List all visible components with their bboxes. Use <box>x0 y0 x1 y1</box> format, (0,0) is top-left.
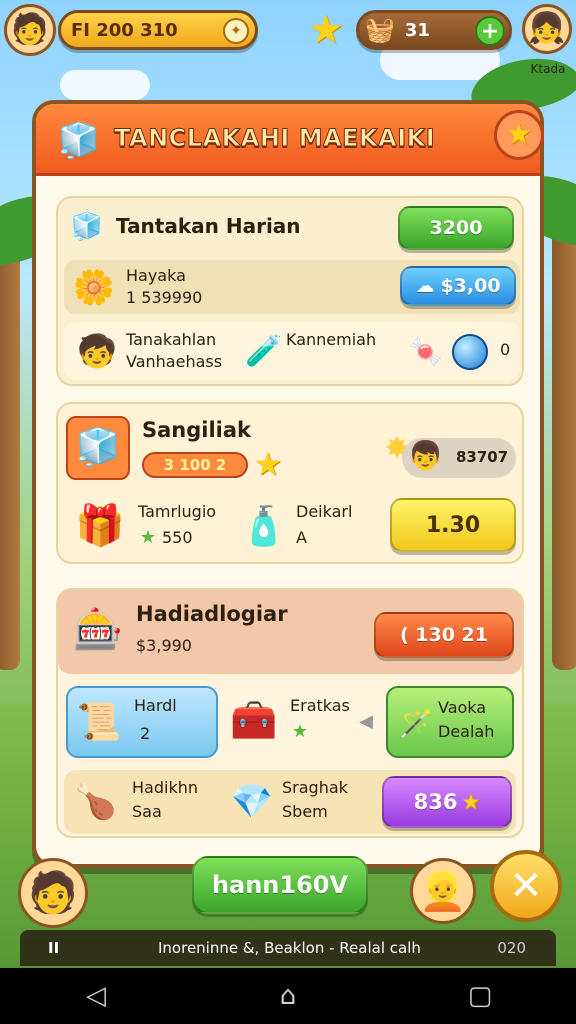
special-price-badge: 3 100 2 <box>142 452 248 478</box>
item-pile-icon: 🧺 <box>365 16 395 44</box>
coins-text: FI 200 310 <box>71 19 178 41</box>
roast-food-icon: 🍗 <box>74 782 118 822</box>
gift-card-1[interactable]: 📜 Hardl 2 <box>66 686 218 758</box>
gifts-claim-button[interactable]: ( 130 21 <box>374 612 514 658</box>
daily-row2-line1: Tanakahlan <box>126 330 217 349</box>
gifts-row2-item1-line2: Saa <box>132 802 162 821</box>
player-avatar[interactable]: 🧑 <box>4 4 56 56</box>
friend-avatar[interactable]: 👧 <box>522 4 572 54</box>
chevron-left-icon[interactable]: ◀ <box>356 710 376 734</box>
gifts-row2-button-label: 836 <box>413 790 458 814</box>
gifts-header: 🎰 Hadiadlogiar $3,990 ( 130 21 <box>58 590 522 674</box>
gift-card3-line1: Vaoka <box>438 698 487 717</box>
shop-panel: 🧊 TANCLAKAHI MAEKAIKI ★ 🧊 Tantakan Haria… <box>32 100 544 868</box>
gifts-row2-item2-line2: Sbem <box>282 802 328 821</box>
bottom-left-face-icon: 🧑 <box>28 870 78 916</box>
bottle-icon: 🧴 <box>240 504 288 548</box>
potion-icon: 🧪 <box>245 334 283 369</box>
gift-box-icon: 🎁 <box>75 503 125 549</box>
special-right-badge: 👦 83707 <box>402 438 516 478</box>
gift-machine-icon: 🎰 <box>73 607 123 653</box>
bottom-right-face-icon: 👱 <box>419 869 467 913</box>
gift-card1-name: Hardl <box>134 696 177 715</box>
recents-icon[interactable]: ▢ <box>450 981 510 1011</box>
gifts-title: Hadiadlogiar <box>136 602 288 626</box>
android-nav-bar: ◁ ⌂ ▢ <box>0 968 576 1024</box>
daily-row1-button-label: $3,00 <box>440 275 501 297</box>
ice-cube-icon: 🧊 <box>70 212 104 242</box>
special-title: Sangiliak <box>142 418 252 442</box>
gem-cube-icon: 🧊 <box>57 121 101 161</box>
daily-card: 🧊 Tantakan Harian 3200 🌼 Hayaka 1 539990… <box>56 196 524 386</box>
special-card: 🧊 Sangiliak 3 100 2 ★ ✸ 👦 83707 🎁 Tamrlu… <box>56 402 524 564</box>
gifts-row2-button[interactable]: 836 ★ <box>382 776 512 828</box>
purple-button-star-icon: ★ <box>461 790 481 814</box>
gifts-row2-item1-line1: Hadikhn <box>132 778 198 797</box>
special-item2-value: A <box>296 528 307 547</box>
bottom-right-avatar[interactable]: 👱 <box>410 858 476 924</box>
gifts-row-2: 🍗 Hadikhn Saa 💎 Sraghak Sbem 836 ★ <box>64 770 516 834</box>
home-icon[interactable]: ⌂ <box>258 981 318 1011</box>
gift-card1-value: 2 <box>140 724 151 743</box>
daily-row1-button[interactable]: ☁ $3,00 <box>400 266 516 306</box>
panel-header: 🧊 TANCLAKAHI MAEKAIKI ★ <box>36 104 544 176</box>
close-icon: ✕ <box>509 863 543 909</box>
cube-pack-icon[interactable]: 🧊 <box>66 416 130 480</box>
daily-title-button[interactable]: 3200 <box>398 206 514 250</box>
bottom-left-avatar[interactable]: 🧑 <box>18 858 88 928</box>
star-icon: ★ <box>308 7 344 53</box>
daily-row2-count: 0 <box>500 340 511 359</box>
gift-card-3[interactable]: 🪄 Vaoka Dealah <box>386 686 514 758</box>
gift-card2-star-icon: ★ <box>291 721 309 742</box>
panel-title: TANCLAKAHI MAEKAIKI <box>113 124 436 153</box>
daily-row1-name: Hayaka <box>126 266 186 285</box>
gift-card2-name: Eratkas <box>290 696 350 715</box>
special-item1-name: Tamrlugio <box>138 502 217 521</box>
close-button[interactable]: ✕ <box>490 850 562 922</box>
candy-icon: 🍬 <box>408 335 444 368</box>
daily-row2-mid: Kannemiah <box>286 330 377 349</box>
items-bar: 🧺 31 + <box>356 10 512 50</box>
add-items-button[interactable]: + <box>475 16 505 46</box>
gifts-row2-item2-line1: Sraghak <box>282 778 348 797</box>
player-name: Ktada <box>530 62 566 76</box>
daily-title: Tantakan Harian <box>116 214 301 238</box>
item1-star-icon: ★ <box>139 527 157 548</box>
magic-wand-icon: 🪄 <box>398 707 434 740</box>
daily-row1-sub: 1 539990 <box>126 288 203 307</box>
blue-flower-icon: 🌼 <box>72 268 116 308</box>
status-strip: II Inoreninne &, Beaklon - Realal calh 0… <box>20 930 556 966</box>
scroll-icon: 📜 <box>76 702 122 743</box>
items-count: 31 <box>404 19 430 41</box>
special-buy-button[interactable]: 1.30 <box>390 498 516 552</box>
daily-row-1: 🌼 Hayaka 1 539990 ☁ $3,00 <box>64 260 520 314</box>
friend-face-icon: 👧 <box>528 11 566 46</box>
coin-add-icon[interactable]: ✦ <box>223 18 249 44</box>
favorite-star-button[interactable]: ★ <box>494 110 544 160</box>
status-left: II <box>48 939 60 957</box>
hero-face-icon: 👦 <box>408 439 443 472</box>
back-icon[interactable]: ◁ <box>66 981 126 1011</box>
daily-row2-line2: Vanhaehass <box>126 352 223 371</box>
special-right-badge-text: 83707 <box>456 448 509 466</box>
gifts-subtitle: $3,990 <box>136 636 192 655</box>
favorite-star-icon: ★ <box>505 117 533 152</box>
status-text: Inoreninne &, Beaklon - Realal calh <box>158 939 421 957</box>
main-action-button[interactable]: hann160V <box>192 856 368 914</box>
daily-row-2: 🧒 Tanakahlan Vanhaehass 🧪 Kannemiah 🍬 0 <box>64 322 520 380</box>
special-star-icon: ★ <box>253 445 283 483</box>
treasure-chest-icon: 🧰 <box>230 698 278 742</box>
character-face-icon: 🧒 <box>77 332 117 370</box>
crystal-icon: 💎 <box>230 782 274 822</box>
status-right: 020 <box>497 939 526 957</box>
special-item1-value: 550 <box>162 528 193 547</box>
blue-orb-icon <box>448 330 492 374</box>
special-item2-name: Deikarl <box>296 502 353 521</box>
gifts-card: 🎰 Hadiadlogiar $3,990 ( 130 21 📜 Hardl 2… <box>56 588 524 838</box>
gift-card3-line2: Dealah <box>438 722 495 741</box>
coins-bar: FI 200 310 ✦ <box>58 10 258 50</box>
player-face-icon: 🧑 <box>11 12 49 47</box>
cloud-icon: ☁ <box>415 275 435 297</box>
